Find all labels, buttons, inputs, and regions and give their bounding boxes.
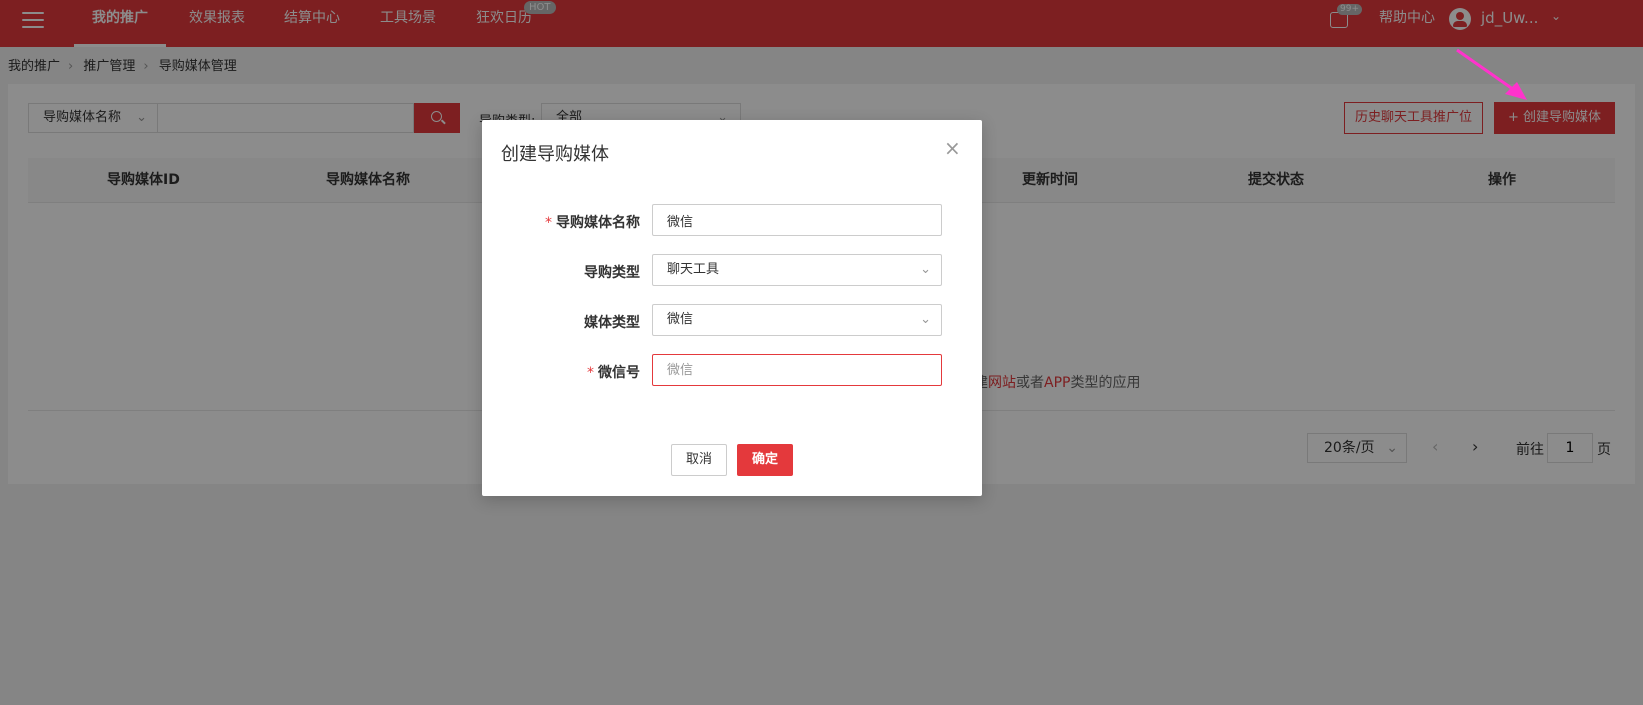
guide-type-field-select[interactable]: 聊天工具 ⌄ [652, 254, 942, 286]
chevron-down-icon: ⌄ [920, 312, 931, 327]
field-label-text: 导购类型 [584, 265, 640, 281]
annotation-arrow-icon [1456, 48, 1527, 100]
dialog-title: 创建导购媒体 [501, 144, 609, 165]
wechat-id-label: * 微信号 [482, 362, 640, 382]
confirm-button[interactable]: 确定 [737, 444, 793, 476]
media-type-field-select[interactable]: 微信 ⌄ [652, 304, 942, 336]
cancel-button[interactable]: 取消 [671, 444, 727, 476]
field-label-text: 微信号 [598, 365, 640, 381]
close-icon[interactable]: × [944, 138, 961, 158]
create-media-dialog: 创建导购媒体 × *导购媒体名称 导购类型 聊天工具 ⌄ 媒体类型 微信 ⌄ *… [482, 120, 982, 496]
guide-type-field-value: 聊天工具 [667, 262, 720, 277]
field-label-text: 媒体类型 [584, 315, 640, 331]
media-name-field[interactable] [652, 204, 942, 236]
media-type-field-label: 媒体类型 [482, 312, 640, 332]
required-asterisk: * [545, 215, 552, 231]
chevron-down-icon: ⌄ [920, 262, 931, 277]
field-label-text: 导购媒体名称 [556, 215, 640, 231]
wechat-id-field[interactable] [652, 354, 942, 386]
media-name-label: * 导购媒体名称 [482, 212, 640, 232]
required-asterisk: * [587, 365, 594, 381]
media-type-field-value: 微信 [667, 312, 694, 327]
guide-type-field-label: 导购类型 [482, 262, 640, 282]
